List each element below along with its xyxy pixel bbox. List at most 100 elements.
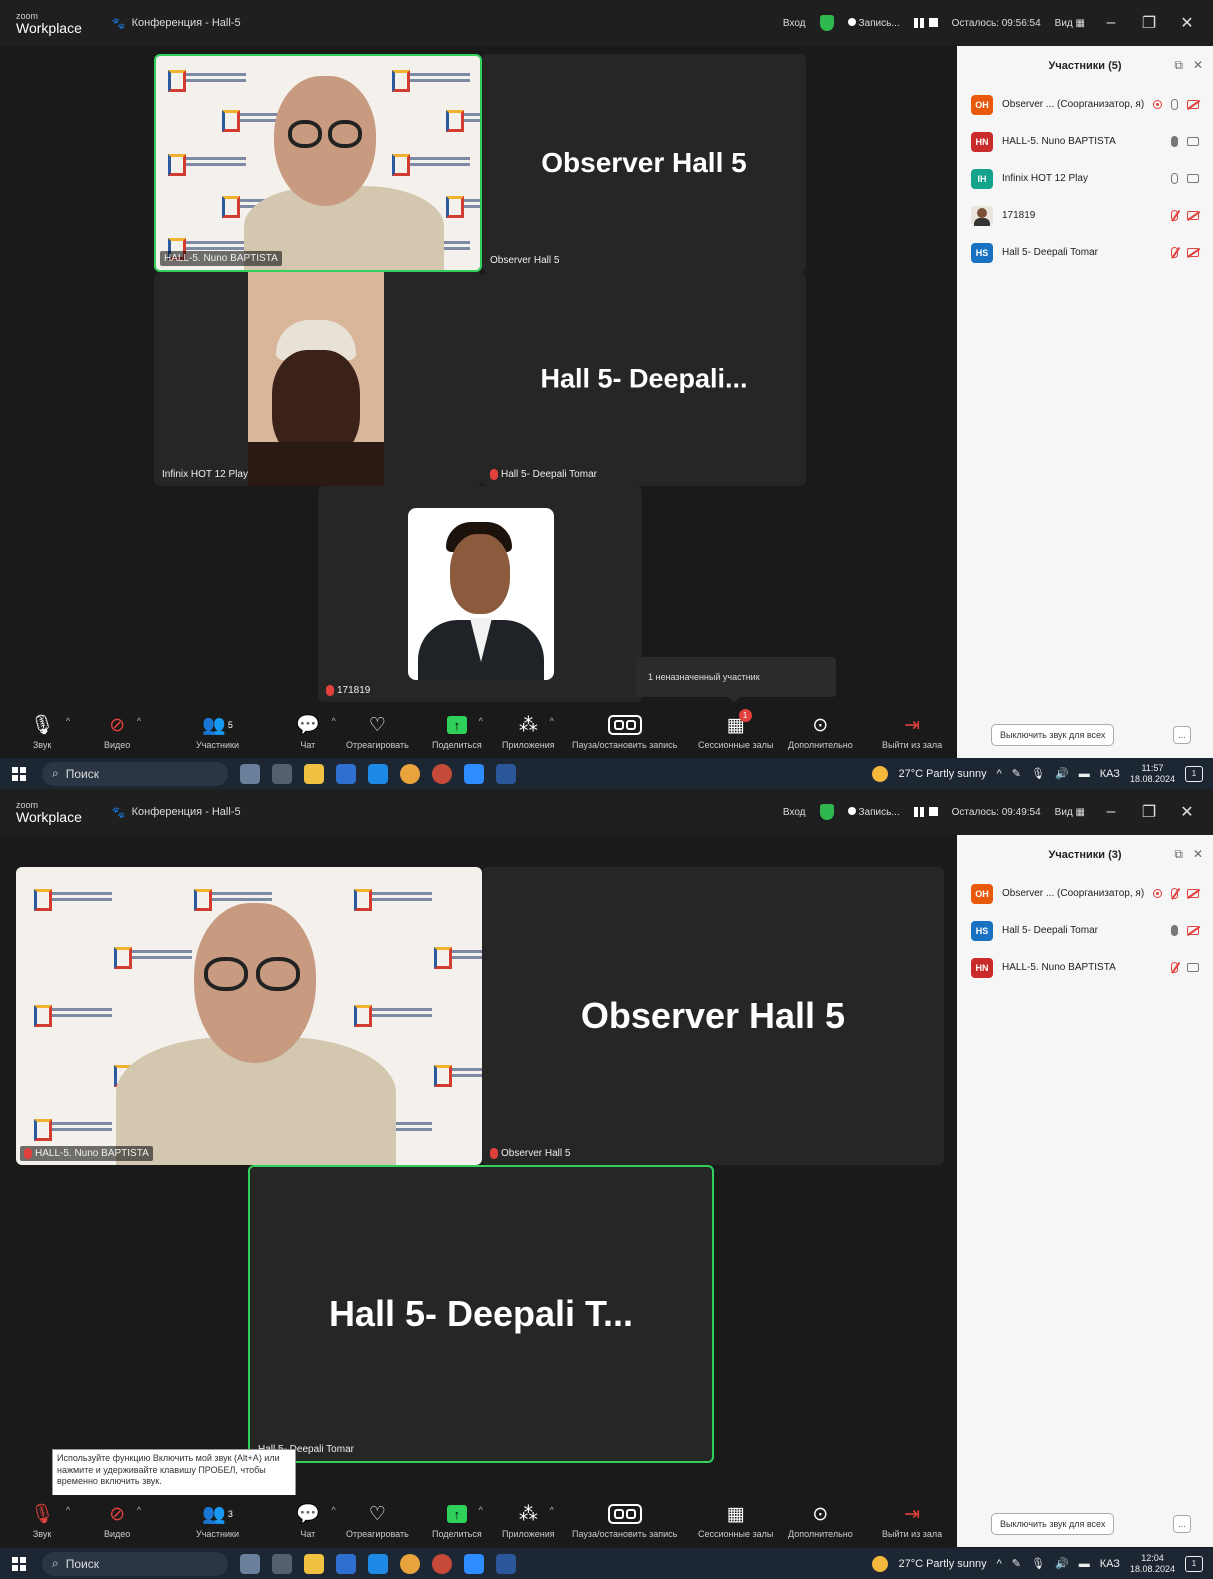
participants-button[interactable]: 👥 3 Участники — [196, 1501, 239, 1539]
leave-room-button[interactable]: ⇥ Выйти из зала — [882, 712, 942, 751]
more-options-button[interactable]: ... — [1173, 726, 1191, 744]
chevron-up-icon[interactable]: ^ — [331, 716, 335, 726]
participant-row[interactable]: HN HALL-5. Nuno BAPTISTA — [957, 123, 1213, 160]
windows-start-icon[interactable] — [12, 766, 26, 781]
chrome-profile-icon[interactable] — [432, 1553, 452, 1574]
video-tile-observer[interactable]: Observer Hall 5 Observer Hall 5 — [482, 867, 944, 1165]
chevron-up-icon[interactable]: ^ — [137, 716, 141, 726]
participant-row[interactable]: OH Observer ... (Соорганизатор, я) — [957, 86, 1213, 123]
recording-indicator[interactable]: Запись... — [847, 17, 900, 29]
task-view-icon[interactable] — [272, 1553, 292, 1574]
breakout-rooms-button[interactable]: ▦ 1 Сессионные залы — [698, 709, 773, 750]
participant-row[interactable]: OH Observer ... (Соорганизатор, я) — [957, 875, 1213, 912]
chevron-up-icon[interactable]: ^ — [479, 716, 483, 726]
battery-icon[interactable]: ▬ — [1079, 1558, 1090, 1570]
react-button[interactable]: ♡ Отреагировать — [346, 712, 409, 751]
audio-button[interactable]: 🎙 ^ Звук — [30, 712, 70, 750]
more-button[interactable]: ⊙ Дополнительно — [788, 1501, 853, 1540]
pen-icon[interactable]: ✎ — [1012, 1557, 1021, 1570]
maximize-button[interactable]: ❐ — [1137, 13, 1161, 33]
weather-text[interactable]: 27°C Partly sunny — [898, 1558, 986, 1570]
pause-stop-icon[interactable] — [913, 807, 938, 817]
tray-chevron-icon[interactable]: ^ — [997, 1558, 1002, 1570]
chevron-up-icon[interactable]: ^ — [550, 716, 554, 726]
video-icon[interactable] — [1187, 963, 1199, 972]
chrome-icon[interactable] — [400, 763, 420, 784]
mic-muted-icon[interactable] — [1171, 210, 1178, 221]
recording-indicator[interactable]: Запись... — [847, 806, 900, 818]
zoom-icon[interactable] — [464, 763, 484, 784]
store-icon[interactable] — [336, 763, 356, 784]
taskbar-widget-icon[interactable] — [240, 1553, 260, 1574]
clock[interactable]: 12:04 18.08.2024 — [1130, 1553, 1175, 1574]
video-off-icon[interactable] — [1187, 100, 1199, 109]
react-button[interactable]: ♡ Отреагировать — [346, 1501, 409, 1540]
chevron-up-icon[interactable]: ^ — [137, 1505, 141, 1515]
mute-all-button[interactable]: Выключить звук для всех — [991, 724, 1115, 746]
close-button[interactable]: ✕ — [1175, 802, 1199, 822]
taskbar-search[interactable]: ⌕ Поиск — [42, 1551, 228, 1576]
pen-icon[interactable]: ✎ — [1012, 767, 1021, 780]
chevron-up-icon[interactable]: ^ — [66, 1505, 70, 1515]
participant-row[interactable]: HN HALL-5. Nuno BAPTISTA — [957, 949, 1213, 986]
pause-stop-recording-button[interactable]: Пауза/остановить запись — [572, 1501, 677, 1539]
microphone-tray-icon[interactable]: 🎙 — [1031, 1557, 1045, 1570]
taskbar-search[interactable]: ⌕ Поиск — [42, 761, 228, 786]
video-off-icon[interactable] — [1187, 889, 1199, 898]
mic-icon[interactable] — [1171, 925, 1178, 936]
store-icon[interactable] — [336, 1553, 356, 1574]
video-tile-nuno[interactable]: HALL-5. Nuno BAPTISTA — [16, 867, 482, 1165]
apps-button[interactable]: ⁂ ^ Приложения — [502, 1501, 555, 1540]
video-icon[interactable] — [1187, 137, 1199, 146]
video-tile-infinix[interactable]: Infinix HOT 12 Play — [154, 272, 482, 486]
view-button[interactable]: Вид ▦ — [1055, 18, 1085, 29]
mic-icon[interactable] — [1171, 99, 1178, 110]
microphone-tray-icon[interactable]: 🎙 — [1031, 767, 1045, 780]
video-tile-deepali[interactable]: Hall 5- Deepali T... Hall 5- Deepali Tom… — [248, 1165, 714, 1463]
mic-muted-icon[interactable] — [1171, 962, 1178, 973]
more-button[interactable]: ⊙ Дополнительно — [788, 712, 853, 751]
word-icon[interactable] — [496, 763, 516, 784]
participant-row[interactable]: IH Infinix HOT 12 Play — [957, 160, 1213, 197]
speaker-icon[interactable]: 🔊 — [1055, 1557, 1069, 1570]
pause-stop-recording-button[interactable]: Пауза/остановить запись — [572, 712, 677, 750]
view-button[interactable]: Вид ▦ — [1055, 807, 1085, 818]
chat-button[interactable]: 💬 ^ Чат — [296, 712, 336, 750]
mic-muted-icon[interactable] — [1171, 247, 1178, 258]
mute-all-button[interactable]: Выключить звук для всех — [991, 1513, 1115, 1535]
signin-button[interactable]: Вход — [783, 18, 806, 29]
video-off-icon[interactable] — [1187, 248, 1199, 257]
language-indicator[interactable]: КАЗ — [1100, 768, 1120, 780]
language-indicator[interactable]: КАЗ — [1100, 1558, 1120, 1570]
file-explorer-icon[interactable] — [304, 763, 324, 784]
chevron-up-icon[interactable]: ^ — [66, 716, 70, 726]
video-off-icon[interactable] — [1187, 926, 1199, 935]
taskbar-widget-icon[interactable] — [240, 763, 260, 784]
video-tile-171819[interactable]: 171819 — [318, 486, 642, 702]
chevron-up-icon[interactable]: ^ — [550, 1505, 554, 1515]
weather-text[interactable]: 27°C Partly sunny — [898, 768, 986, 780]
maximize-button[interactable]: ❐ — [1137, 802, 1161, 822]
video-tile-nuno[interactable]: HALL-5. Nuno BAPTISTA — [154, 54, 482, 272]
breakout-rooms-button[interactable]: ▦ Сессионные залы — [698, 1501, 773, 1540]
audio-button[interactable]: 🎙 ^ Звук — [30, 1501, 70, 1539]
speaker-icon[interactable]: 🔊 — [1055, 767, 1069, 780]
task-view-icon[interactable] — [272, 763, 292, 784]
video-button[interactable]: ⊘ ^ Видео — [104, 712, 141, 751]
apps-button[interactable]: ⁂ ^ Приложения — [502, 712, 555, 751]
minimize-button[interactable]: – — [1099, 803, 1123, 821]
video-tile-observer[interactable]: Observer Hall 5 Observer Hall 5 — [482, 54, 806, 272]
pause-stop-icon[interactable] — [913, 18, 938, 28]
mic-muted-icon[interactable] — [1171, 888, 1178, 899]
windows-start-icon[interactable] — [12, 1556, 26, 1571]
clock[interactable]: 11:57 18.08.2024 — [1130, 763, 1175, 784]
chevron-up-icon[interactable]: ^ — [479, 1505, 483, 1515]
chrome-profile-icon[interactable] — [432, 763, 452, 784]
battery-icon[interactable]: ▬ — [1079, 768, 1090, 780]
video-tile-deepali[interactable]: Hall 5- Deepali... Hall 5- Deepali Tomar — [482, 272, 806, 486]
close-panel-icon[interactable]: ✕ — [1193, 58, 1203, 73]
close-button[interactable]: ✕ — [1175, 13, 1199, 33]
security-shield-icon[interactable] — [819, 15, 834, 31]
chrome-icon[interactable] — [400, 1553, 420, 1574]
video-button[interactable]: ⊘ ^ Видео — [104, 1501, 141, 1540]
